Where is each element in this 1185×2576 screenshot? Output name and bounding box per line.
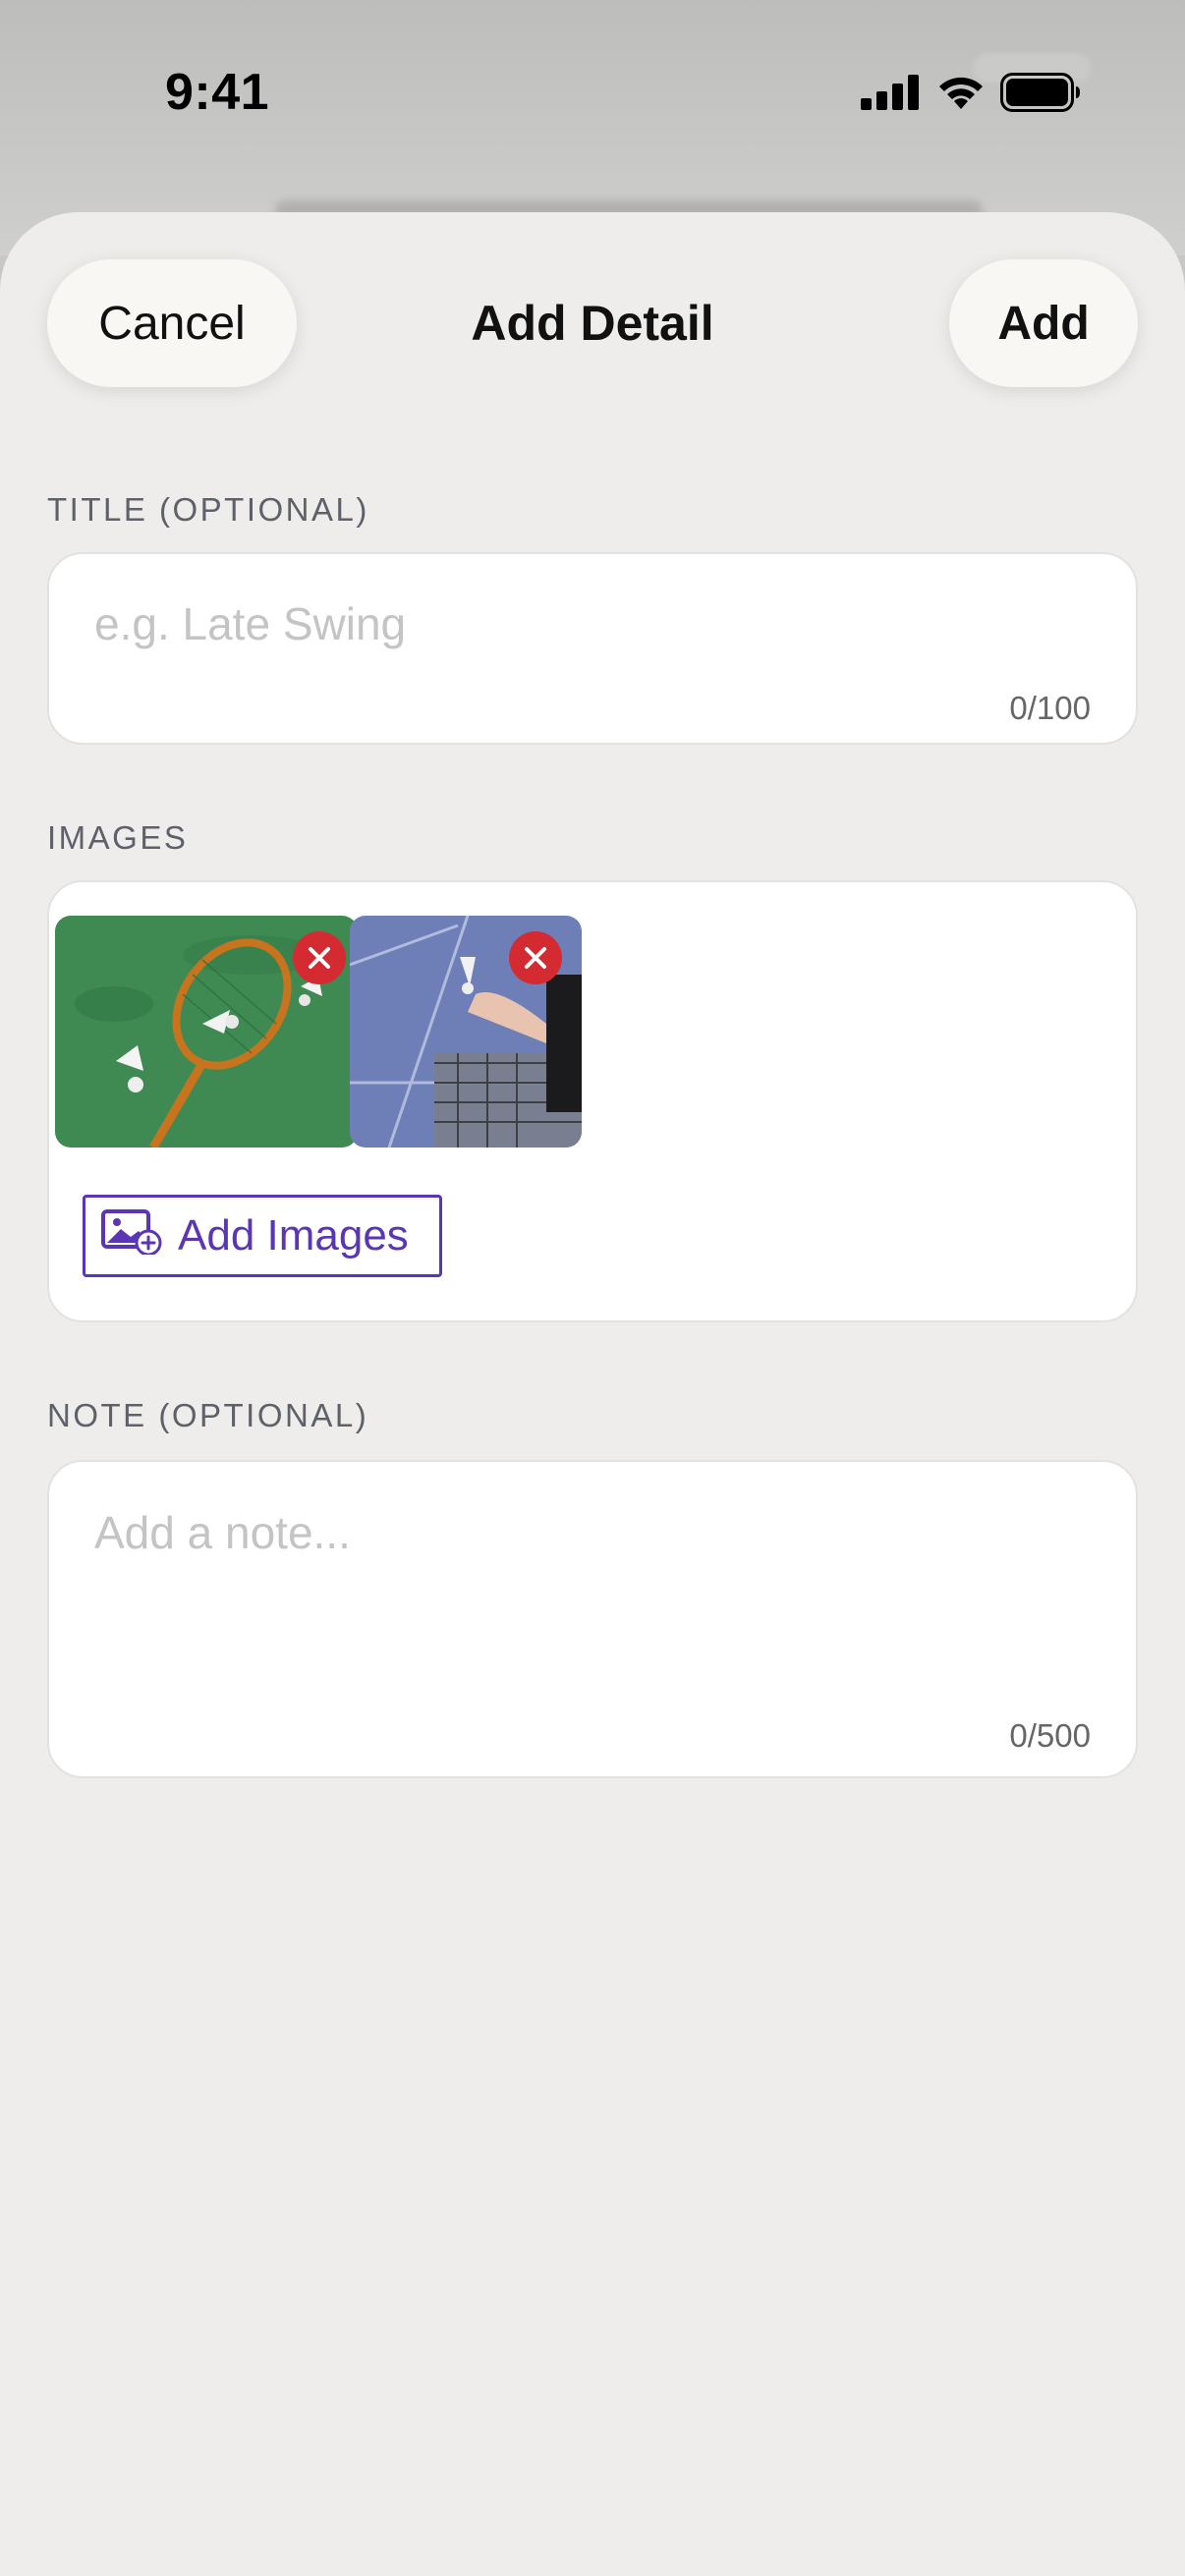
add-button[interactable]: Add bbox=[949, 259, 1138, 387]
title-field-card: 0/100 bbox=[47, 552, 1138, 745]
title-input[interactable] bbox=[94, 597, 1077, 650]
battery-icon bbox=[1000, 73, 1081, 117]
title-char-counter: 0/100 bbox=[1009, 690, 1091, 726]
add-photo-icon bbox=[101, 1207, 162, 1265]
close-icon bbox=[525, 947, 546, 969]
note-textarea[interactable] bbox=[94, 1505, 1077, 1702]
cancel-button[interactable]: Cancel bbox=[47, 259, 297, 387]
note-char-counter: 0/500 bbox=[1009, 1717, 1091, 1754]
note-field-label: NOTE (OPTIONAL) bbox=[47, 1397, 369, 1433]
images-card: Add Images bbox=[47, 880, 1138, 1322]
images-section-label: IMAGES bbox=[47, 819, 189, 856]
status-bar: 9:41 bbox=[0, 0, 1185, 196]
note-field-card: 0/500 bbox=[47, 1460, 1138, 1778]
remove-image-2-button[interactable] bbox=[509, 931, 562, 984]
title-field-label: TITLE (OPTIONAL) bbox=[47, 491, 369, 528]
add-images-button[interactable]: Add Images bbox=[83, 1195, 442, 1277]
add-detail-sheet: Cancel Add Detail Add TITLE (OPTIONAL) 0… bbox=[0, 212, 1185, 2576]
remove-image-1-button[interactable] bbox=[293, 931, 346, 984]
cellular-signal-icon bbox=[861, 75, 922, 115]
close-icon bbox=[309, 947, 330, 969]
wifi-icon bbox=[935, 74, 987, 116]
status-time: 9:41 bbox=[165, 64, 270, 121]
add-images-label: Add Images bbox=[178, 1211, 409, 1260]
status-icons bbox=[861, 73, 1081, 117]
